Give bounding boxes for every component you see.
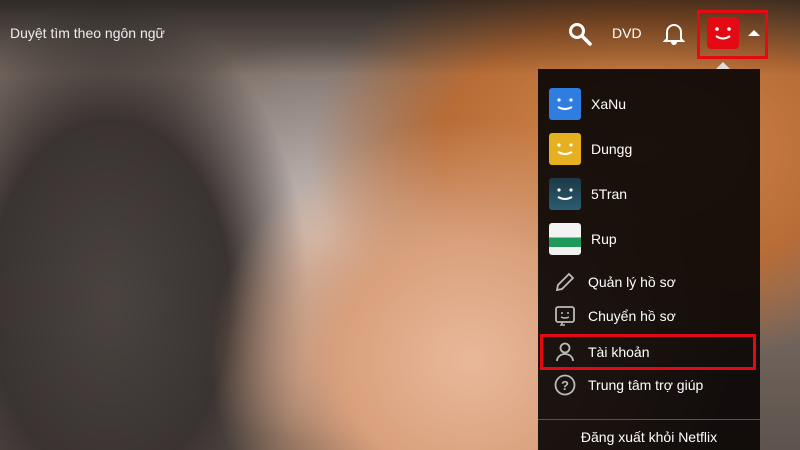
search-icon[interactable] [568, 22, 592, 46]
sign-out-button[interactable]: Đăng xuất khỏi Netflix [538, 429, 760, 445]
person-icon [556, 342, 574, 362]
caret-up-icon[interactable] [748, 30, 760, 36]
current-profile-avatar[interactable] [707, 17, 739, 49]
dvd-link[interactable]: DVD [612, 25, 642, 41]
profile-name: Dungg [591, 141, 633, 157]
help-center-item[interactable]: ? Trung tâm trợ giúp [554, 374, 703, 396]
menu-divider [538, 419, 760, 420]
bell-icon[interactable] [663, 21, 685, 45]
profile-avatar [549, 88, 581, 120]
switch-profile-item[interactable]: Chuyển hồ sơ [554, 305, 676, 327]
profile-avatar [549, 133, 581, 165]
menu-item-label: Trung tâm trợ giúp [588, 377, 704, 393]
profile-name: XaNu [591, 96, 627, 112]
menu-item-label: Chuyển hồ sơ [588, 308, 676, 324]
menu-item-label: Quản lý hồ sơ [588, 274, 676, 290]
profile-item-xanu[interactable]: XaNu [549, 88, 626, 120]
account-item[interactable]: Tài khoản [554, 341, 649, 363]
menu-item-label: Tài khoản [588, 344, 650, 360]
svg-text:?: ? [561, 378, 569, 393]
browse-by-language-link[interactable]: Duyệt tìm theo ngôn ngữ [10, 25, 165, 41]
profile-name: Rup [591, 231, 617, 247]
profile-dropdown-menu: XaNu Dungg 5Tran Rup Quản lý hồ sơ Chuyể… [538, 69, 760, 450]
help-icon: ? [554, 374, 576, 396]
menu-pointer [716, 62, 730, 69]
profile-avatar [549, 178, 581, 210]
manage-profiles-item[interactable]: Quản lý hồ sơ [554, 271, 676, 293]
profile-avatar [549, 223, 581, 255]
switch-profile-icon [555, 306, 575, 326]
profile-item-5tran[interactable]: 5Tran [549, 178, 627, 210]
pencil-icon [555, 272, 575, 292]
profile-name: 5Tran [591, 186, 628, 202]
profile-item-rup[interactable]: Rup [549, 223, 617, 255]
profile-item-dungg[interactable]: Dungg [549, 133, 632, 165]
